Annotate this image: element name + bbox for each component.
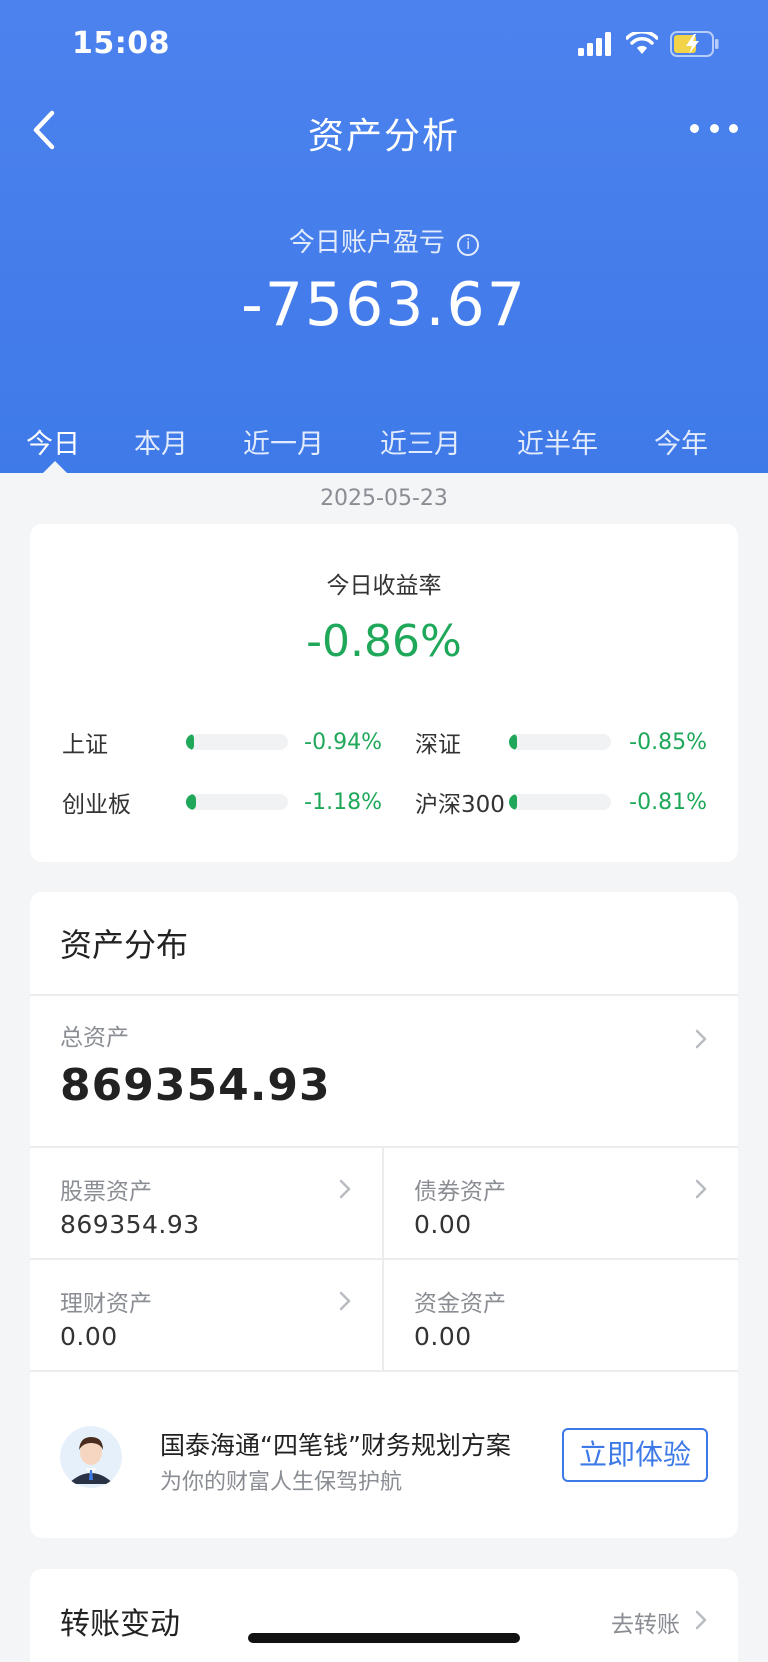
index-bar-track <box>509 734 611 750</box>
index-change: -1.18% <box>304 789 382 815</box>
index-row-shenzhen: 深证 -0.85% <box>415 722 707 762</box>
period-tabs: 今日 本月 近一月 近三月 近半年 今年 <box>0 418 768 473</box>
chevron-right-icon <box>339 1179 351 1199</box>
index-row-chinext: 创业板 -1.18% <box>62 782 382 822</box>
index-bar-fill <box>186 794 197 810</box>
chevron-right-icon <box>695 1179 707 1199</box>
chevron-right-icon[interactable] <box>694 1609 708 1631</box>
tab-last-three-months[interactable]: 近三月 <box>380 422 461 461</box>
index-row-shanghai: 上证 -0.94% <box>62 722 382 762</box>
divider <box>30 1370 738 1372</box>
more-options-icon[interactable] <box>690 113 738 143</box>
asset-analysis-page: 15:08 资产分析 今日账户盈亏 i -7563.67 今日 本月 近一月 近… <box>0 0 768 1662</box>
advisor-avatar <box>60 1426 122 1488</box>
home-indicator[interactable] <box>248 1633 520 1643</box>
daily-pnl-label: 今日账户盈亏 i <box>0 222 768 259</box>
index-change: -0.85% <box>629 729 707 755</box>
cash-assets-value: 0.00 <box>414 1322 472 1351</box>
status-icons <box>578 30 720 58</box>
active-tab-indicator <box>43 461 67 473</box>
daily-pnl-label-text: 今日账户盈亏 <box>288 228 445 258</box>
return-rate-card: 今日收益率 -0.86% 上证 -0.94% 深证 -0.85% 创业板 -1.… <box>30 524 738 862</box>
chevron-right-icon <box>695 1029 707 1049</box>
wealth-assets-value: 0.00 <box>60 1322 118 1351</box>
stock-assets-cell[interactable]: 股票资产 869354.93 <box>30 1148 382 1258</box>
return-rate-value: -0.86% <box>306 616 462 667</box>
info-icon[interactable]: i <box>457 234 480 256</box>
index-name: 深证 <box>415 732 461 758</box>
wifi-icon <box>626 32 658 54</box>
index-bar-track <box>186 734 288 750</box>
promo-title: 国泰海通“四笔钱”财务规划方案 <box>160 1431 511 1460</box>
tab-this-year[interactable]: 今年 <box>654 422 708 461</box>
tab-last-half-year[interactable]: 近半年 <box>517 422 598 461</box>
bond-assets-cell[interactable]: 债券资产 0.00 <box>384 1148 738 1258</box>
promo-subtitle: 为你的财富人生保驾护航 <box>160 1470 403 1495</box>
bond-assets-value: 0.00 <box>414 1210 472 1239</box>
stock-assets-label: 股票资产 <box>60 1179 152 1205</box>
asset-distribution-title: 资产分布 <box>60 926 189 964</box>
index-change: -0.94% <box>304 729 382 755</box>
bond-assets-label: 债券资产 <box>414 1179 506 1205</box>
wealth-assets-label: 理财资产 <box>60 1291 152 1317</box>
try-now-button[interactable]: 立即体验 <box>562 1428 708 1482</box>
signal-icon <box>578 32 611 56</box>
index-name: 创业板 <box>62 792 131 818</box>
tab-today[interactable]: 今日 <box>26 422 80 461</box>
cash-assets-cell: 资金资产 0.00 <box>384 1260 738 1370</box>
status-time: 15:08 <box>72 26 170 61</box>
index-name: 沪深300 <box>415 792 505 818</box>
total-assets-value: 869354.93 <box>60 1060 331 1111</box>
status-bar: 15:08 <box>0 0 768 90</box>
transfer-changes-title: 转账变动 <box>60 1607 180 1642</box>
stock-assets-value: 869354.93 <box>60 1210 200 1239</box>
total-assets-row[interactable]: 总资产 869354.93 <box>30 996 738 1138</box>
daily-pnl-value: -7563.67 <box>241 270 527 340</box>
chevron-right-icon <box>339 1291 351 1311</box>
total-assets-label: 总资产 <box>60 1025 129 1051</box>
return-rate-title: 今日收益率 <box>326 573 442 599</box>
index-name: 上证 <box>62 732 108 758</box>
transfer-changes-card: 转账变动 去转账 <box>30 1569 738 1662</box>
asset-distribution-card: 资产分布 总资产 869354.93 股票资产 869354.93 债券资产 0… <box>30 892 738 1538</box>
index-bar-track <box>186 794 288 810</box>
index-bar-fill <box>509 734 518 750</box>
tab-last-month[interactable]: 近一月 <box>243 422 324 461</box>
index-row-csi300: 沪深300 -0.81% <box>415 782 707 822</box>
date-label: 2025-05-23 <box>320 486 448 511</box>
index-bar-fill <box>186 734 195 750</box>
battery-charging-icon <box>670 31 719 57</box>
tab-this-month[interactable]: 本月 <box>134 422 188 461</box>
index-change: -0.81% <box>629 789 707 815</box>
nav-bar: 资产分析 <box>0 95 768 165</box>
index-bar-track <box>509 794 611 810</box>
index-bar-fill <box>509 794 518 810</box>
cash-assets-label: 资金资产 <box>414 1291 506 1317</box>
wealth-assets-cell[interactable]: 理财资产 0.00 <box>30 1260 382 1370</box>
go-transfer-link[interactable]: 去转账 <box>611 1605 680 1639</box>
header: 15:08 资产分析 今日账户盈亏 i -7563.67 今日 本月 近一月 近… <box>0 0 768 473</box>
page-title: 资产分析 <box>307 116 460 157</box>
